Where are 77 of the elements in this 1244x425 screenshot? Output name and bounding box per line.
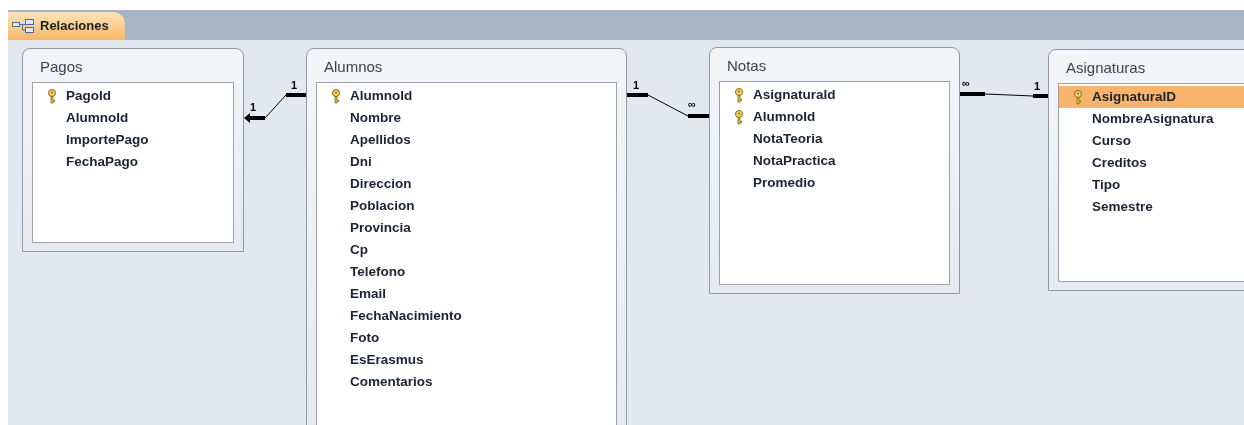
field-row[interactable]: Cp [317, 239, 616, 261]
field-name: Provincia [350, 218, 411, 237]
cardinality-label: 1 [633, 80, 640, 91]
field-name: Foto [350, 328, 380, 347]
field-name: PagoId [66, 86, 111, 105]
field-row[interactable]: Comentarios [317, 371, 616, 393]
field-row[interactable]: NombreAsignatura [1059, 108, 1244, 130]
field-row[interactable]: Email [317, 283, 616, 305]
field-name: AlumnoId [66, 108, 129, 127]
field-row[interactable]: NotaPractica [720, 150, 949, 172]
field-name: Creditos [1092, 153, 1147, 172]
field-row[interactable]: FechaNacimiento [317, 305, 616, 327]
relationships-icon [12, 19, 34, 33]
field-name: Cp [350, 240, 368, 259]
field-name: Apellidos [350, 130, 411, 149]
field-row[interactable]: Foto [317, 327, 616, 349]
field-name: FechaNacimiento [350, 306, 462, 325]
field-name: Dni [350, 152, 372, 171]
field-row[interactable]: AlumnoId [317, 85, 616, 107]
relationship-line[interactable] [244, 93, 307, 123]
field-row[interactable]: Dni [317, 151, 616, 173]
field-name: ImportePago [66, 130, 149, 149]
table-title: Notas [727, 55, 767, 76]
field-name: FechaPago [66, 152, 139, 171]
field-row[interactable]: Provincia [317, 217, 616, 239]
document-tab[interactable]: Relaciones [8, 12, 125, 40]
field-row[interactable]: Creditos [1059, 152, 1244, 174]
field-name: Comentarios [350, 372, 433, 391]
field-name: Telefono [350, 262, 406, 281]
field-row[interactable]: Curso [1059, 130, 1244, 152]
field-name: Curso [1092, 131, 1131, 150]
field-name: NotaPractica [753, 151, 836, 170]
field-row[interactable]: AsignaturaID [1059, 86, 1244, 108]
table-window[interactable]: Alumnos AlumnoId Nombre Apellidos Dni Direccion Poblacion Provincia Cp Telefono Email FechaNacimiento Foto EsErasmus Comentarios [306, 48, 627, 425]
field-name: Semestre [1092, 197, 1153, 216]
field-row[interactable]: AlumnoId [33, 107, 233, 129]
field-row[interactable]: EsErasmus [317, 349, 616, 371]
field-name: Poblacion [350, 196, 415, 215]
table-window[interactable]: Notas AsignaturaId AlumnoId NotaTeoria NotaPractica Promedio [709, 47, 960, 294]
field-name: Email [350, 284, 387, 303]
table-title: Alumnos [324, 56, 383, 77]
cardinality-label: ∞ [688, 99, 696, 110]
cardinality-label: 1 [1034, 81, 1041, 92]
field-row[interactable]: Telefono [317, 261, 616, 283]
field-name: NotaTeoria [753, 129, 823, 148]
field-row[interactable]: NotaTeoria [720, 128, 949, 150]
field-row[interactable]: FechaPago [33, 151, 233, 173]
field-name: AsignaturaId [753, 85, 836, 104]
field-name: NombreAsignatura [1092, 109, 1214, 128]
field-name: Nombre [350, 108, 401, 127]
field-name: Direccion [350, 174, 412, 193]
cardinality-label: ∞ [962, 78, 970, 89]
field-row[interactable]: PagoId [33, 85, 233, 107]
field-row[interactable]: ImportePago [33, 129, 233, 151]
field-row[interactable]: Apellidos [317, 129, 616, 151]
field-row[interactable]: Semestre [1059, 196, 1244, 218]
table-title: Asignaturas [1066, 57, 1146, 78]
table-title: Pagos [40, 56, 83, 77]
field-row[interactable]: Poblacion [317, 195, 616, 217]
field-row[interactable]: Nombre [317, 107, 616, 129]
field-name: AlumnoId [753, 107, 816, 126]
field-name: Tipo [1092, 175, 1121, 194]
field-row[interactable]: Tipo [1059, 174, 1244, 196]
cardinality-label: 1 [250, 102, 257, 113]
table-window[interactable]: Asignaturas AsignaturaID NombreAsignatura Curso Creditos Tipo Semestre [1048, 49, 1244, 291]
field-row[interactable]: AlumnoId [720, 106, 949, 128]
cardinality-label: 1 [291, 80, 298, 91]
field-name: Promedio [753, 173, 816, 192]
field-name: AsignaturaID [1092, 87, 1176, 106]
field-row[interactable]: Promedio [720, 172, 949, 194]
field-row[interactable]: Direccion [317, 173, 616, 195]
field-name: AlumnoId [350, 86, 413, 105]
field-name: EsErasmus [350, 350, 424, 369]
field-row[interactable]: AsignaturaId [720, 84, 949, 106]
relationship-line[interactable] [959, 92, 1049, 98]
table-window[interactable]: Pagos PagoId AlumnoId ImportePago FechaPago [22, 48, 244, 252]
relationship-line[interactable] [626, 93, 710, 118]
